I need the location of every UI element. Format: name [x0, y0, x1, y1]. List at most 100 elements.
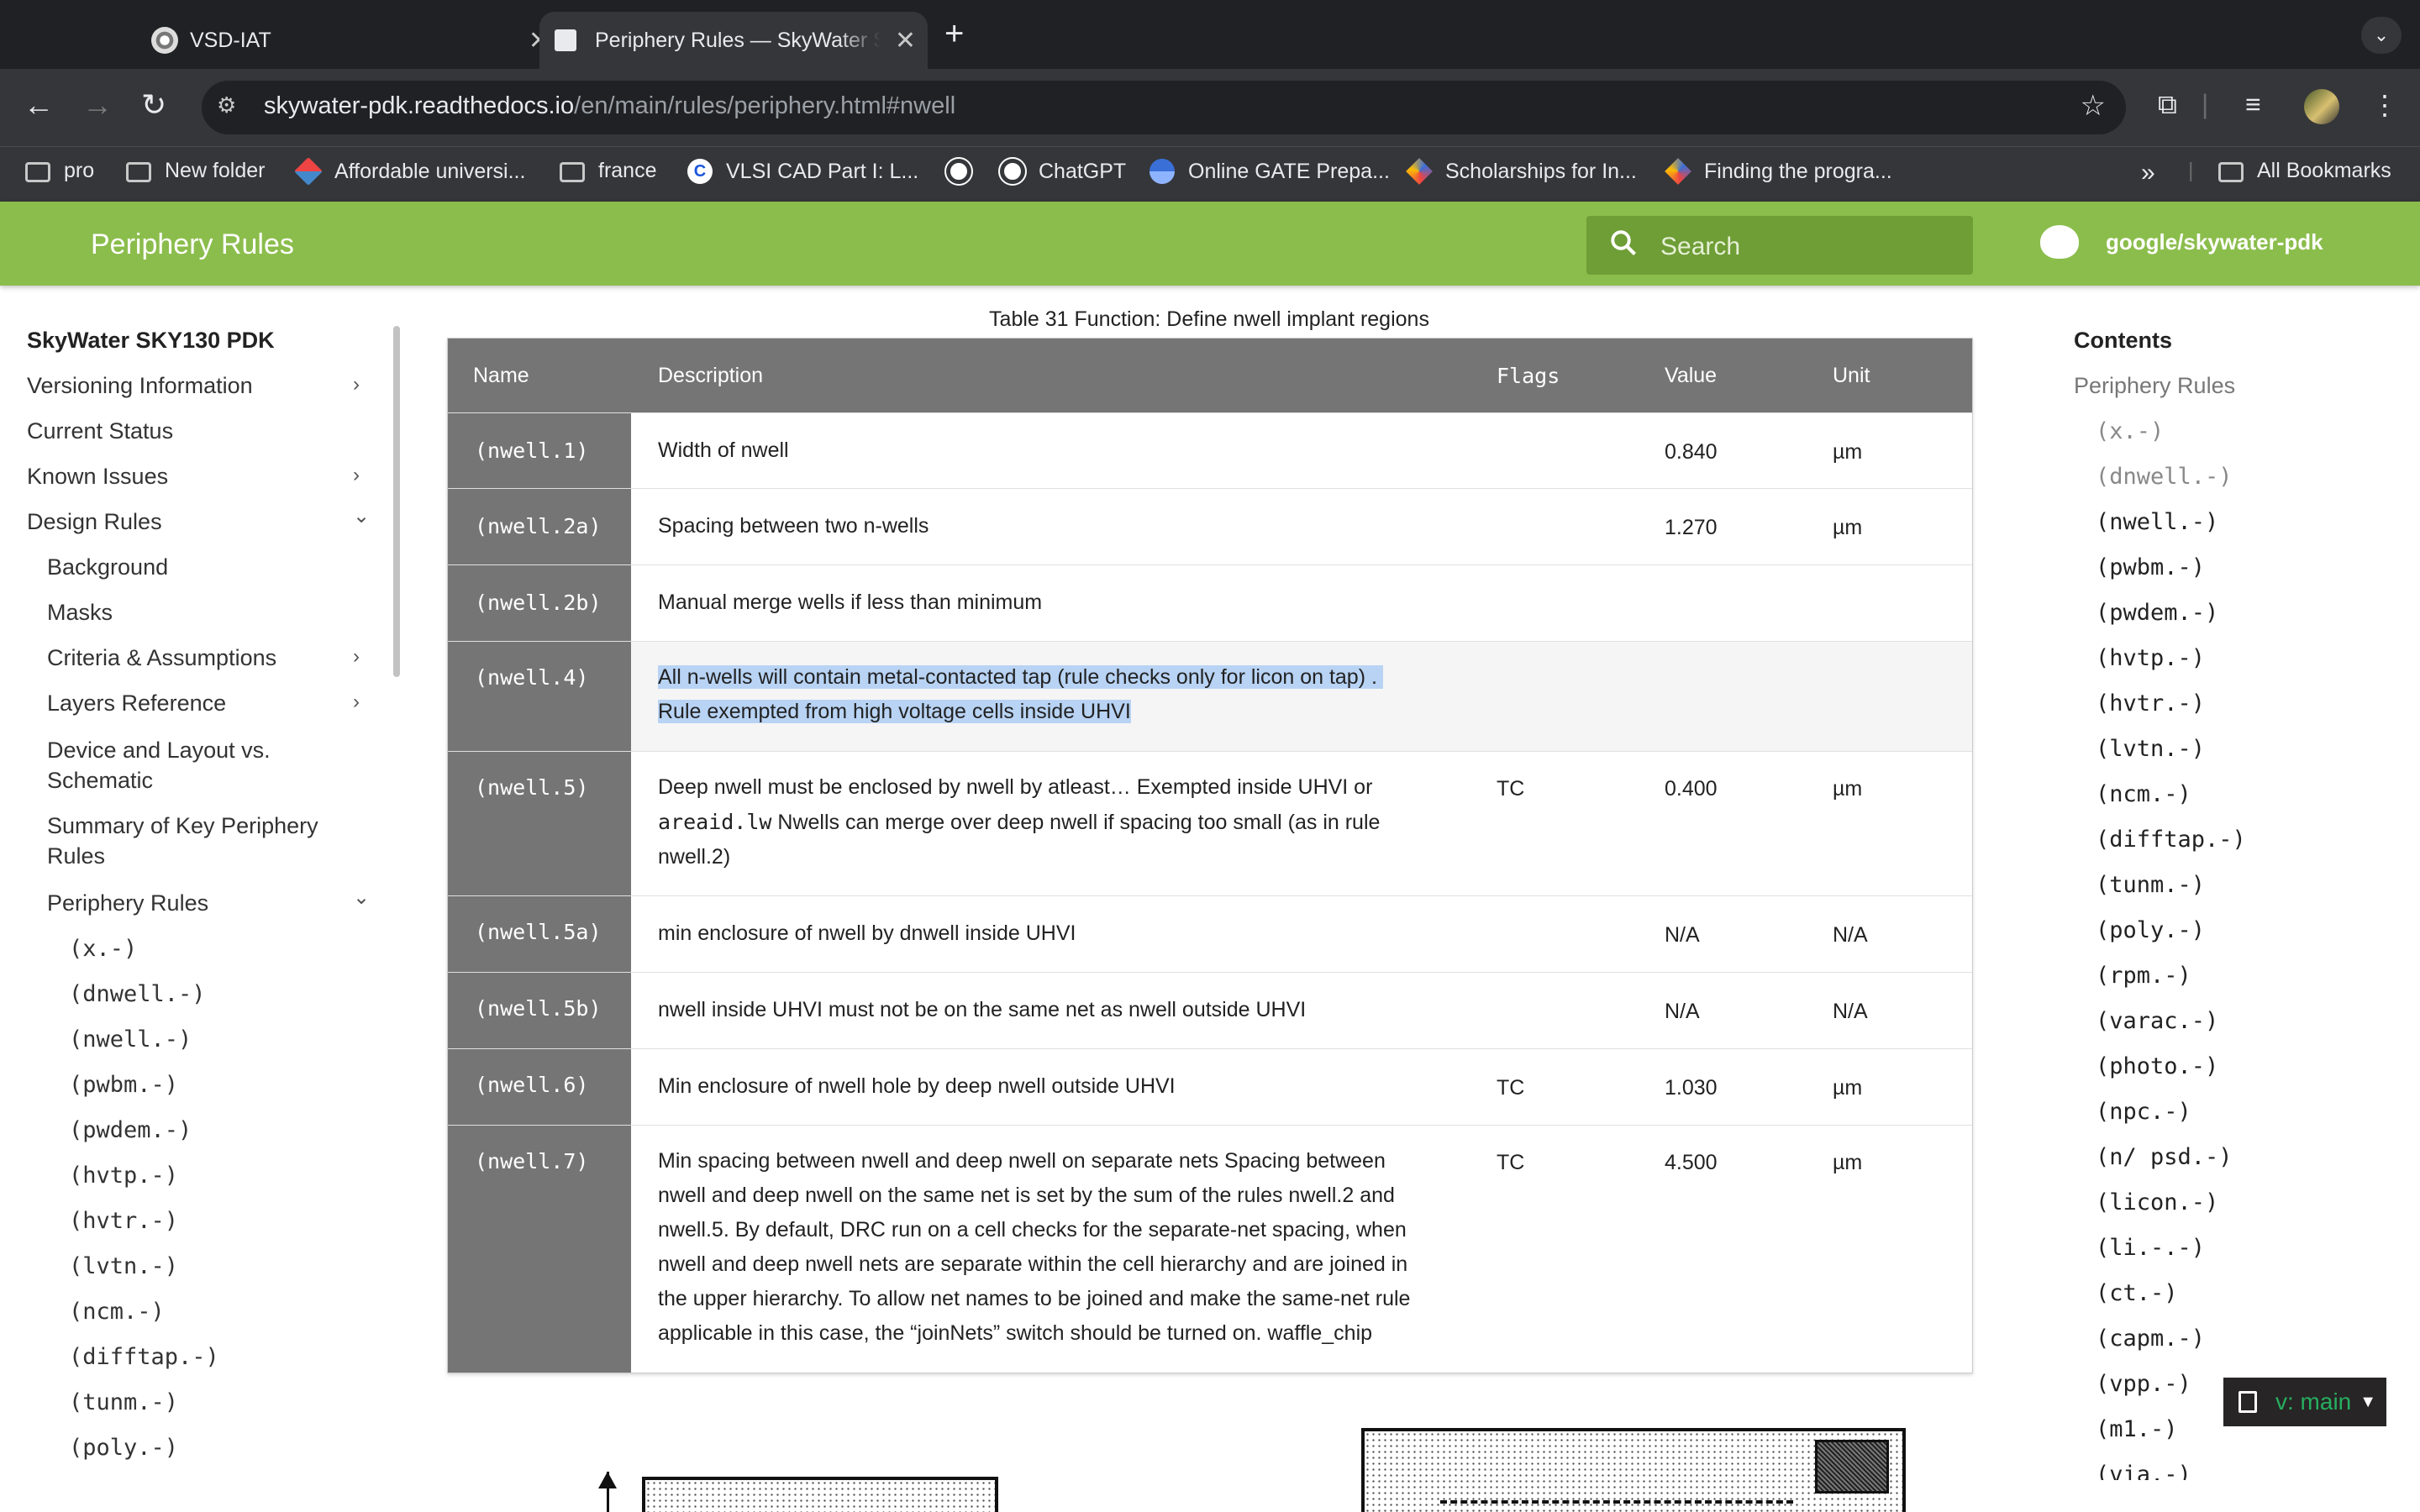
site-icon	[1406, 158, 1433, 185]
sidebar-rule-link[interactable]: (ncm.-)	[69, 1299, 165, 1325]
forward-icon[interactable]: →	[82, 87, 113, 123]
tab-periphery-rules[interactable]: Periphery Rules — SkyWater SKY130 PDK ✕	[539, 12, 928, 69]
chevron-right-icon[interactable]: ›	[353, 373, 360, 396]
site-info-icon[interactable]: ⚙	[217, 92, 247, 123]
sidebar-item-device-layout[interactable]: Device and Layout vs.	[47, 738, 271, 764]
tab-vsd-iat[interactable]: VSD-IAT ✕	[134, 12, 550, 69]
rule-unit: µm	[1833, 1076, 1863, 1100]
contents-item[interactable]: (pwdem.-)	[2096, 600, 2218, 626]
contents-item[interactable]: (npc.-)	[2096, 1099, 2191, 1125]
contents-item[interactable]: (poly.-)	[2096, 917, 2205, 943]
sidebar-item-masks[interactable]: Masks	[47, 600, 113, 626]
sidebar-rule-link[interactable]: (tunm.-)	[69, 1389, 178, 1415]
contents-item[interactable]: (capm.-)	[2096, 1326, 2205, 1352]
new-tab-button[interactable]: +	[944, 15, 964, 53]
bookmark-item[interactable]: france	[560, 159, 656, 183]
contents-item[interactable]: (m1.-)	[2096, 1416, 2178, 1442]
tab-search-button[interactable]: ⌄	[2361, 17, 2402, 54]
contents-item[interactable]: (li.-.-)	[2096, 1235, 2205, 1261]
tab-title: VSD-IAT	[190, 28, 271, 52]
contents-item[interactable]: (tunm.-)	[2096, 872, 2205, 898]
bookmark-item[interactable]	[944, 157, 973, 186]
bookmarks-overflow-button[interactable]: »	[2141, 159, 2155, 187]
chevron-right-icon[interactable]: ›	[353, 690, 360, 714]
bookmark-item[interactable]: C VLSI CAD Part I: L...	[687, 159, 918, 184]
close-tab-icon[interactable]: ✕	[895, 26, 916, 55]
table-row: (nwell.5) Deep nwell must be enclosed by…	[448, 751, 1972, 895]
search-box[interactable]: Search	[1586, 216, 1973, 275]
sidebar-item-criteria[interactable]: Criteria & Assumptions	[47, 645, 276, 671]
sidebar-rule-link[interactable]: (hvtp.-)	[69, 1163, 178, 1189]
chevron-down-icon[interactable]: ⌄	[353, 885, 370, 910]
back-icon[interactable]: ←	[24, 87, 54, 123]
address-bar[interactable]: ⚙ skywater-pdk.readthedocs.io/en/main/ru…	[202, 81, 2126, 134]
sidebar-item-layers-reference[interactable]: Layers Reference	[47, 690, 226, 717]
rule-unit: µm	[1833, 516, 1863, 539]
sidebar-item-current-status[interactable]: Current Status	[27, 418, 173, 444]
site-title[interactable]: Periphery Rules	[91, 228, 294, 261]
rule-value: 1.030	[1665, 1076, 1718, 1100]
version-selector[interactable]: v: main ▼	[2223, 1378, 2386, 1426]
contents-item[interactable]: (nwell.-)	[2096, 509, 2218, 535]
url-text[interactable]: skywater-pdk.readthedocs.io/en/main/rule…	[264, 92, 955, 120]
contents-item[interactable]: (vpp.-)	[2096, 1371, 2191, 1397]
contents-item[interactable]: (varac.-)	[2096, 1008, 2218, 1034]
bookmark-item[interactable]: pro	[25, 159, 94, 183]
sidebar-item-known-issues[interactable]: Known Issues	[27, 464, 168, 490]
sidebar-rule-link[interactable]: (dnwell.-)	[69, 981, 206, 1007]
contents-item[interactable]: (n/ psd.-)	[2096, 1144, 2233, 1170]
profile-avatar[interactable]	[2304, 89, 2339, 124]
sidebar-rule-link[interactable]: (x.-)	[69, 936, 137, 962]
sidebar-rule-link[interactable]: (poly.-)	[69, 1435, 178, 1461]
sidebar-item-summary-line2[interactable]: Rules	[47, 843, 105, 869]
column-header-unit: Unit	[1833, 364, 1870, 387]
sidebar-rule-link[interactable]: (hvtr.-)	[69, 1208, 178, 1234]
sidebar-rule-link[interactable]: (pwbm.-)	[69, 1072, 178, 1098]
sidebar-rule-link[interactable]: (difftap.-)	[69, 1344, 219, 1370]
contents-item[interactable]: Periphery Rules	[2074, 373, 2235, 399]
rule-value: 0.400	[1665, 777, 1718, 801]
folder-icon	[25, 161, 50, 182]
contents-item[interactable]: (ct.-)	[2096, 1280, 2178, 1306]
contents-item[interactable]: (rpm.-)	[2096, 963, 2191, 989]
bookmark-item[interactable]: ChatGPT	[998, 157, 1126, 186]
sidebar-rule-link[interactable]: (lvtn.-)	[69, 1253, 178, 1279]
sidebar-item-periphery-rules[interactable]: Periphery Rules	[47, 890, 208, 916]
contents-item[interactable]: (dnwell.-)	[2096, 464, 2233, 490]
media-control-icon[interactable]: ≡	[2245, 89, 2261, 120]
site-icon	[1150, 159, 1175, 184]
contents-item[interactable]: (licon.-)	[2096, 1189, 2218, 1215]
contents-item[interactable]: (photo.-)	[2096, 1053, 2218, 1079]
sidebar-item-design-rules[interactable]: Design Rules	[27, 509, 162, 535]
contents-item[interactable]: (pwbm.-)	[2096, 554, 2205, 580]
sidebar-item-device-layout-line2[interactable]: Schematic	[47, 768, 153, 794]
sidebar-scrollbar[interactable]	[393, 326, 400, 677]
github-repo-link[interactable]: google/skywater-pdk	[2040, 225, 2323, 259]
contents-item[interactable]: (hvtp.-)	[2096, 645, 2205, 671]
sidebar-title[interactable]: SkyWater SKY130 PDK	[27, 328, 275, 354]
sidebar-item-versioning[interactable]: Versioning Information	[27, 373, 253, 399]
contents-item[interactable]: (via.-)	[2096, 1462, 2191, 1480]
chevron-right-icon[interactable]: ›	[353, 645, 360, 669]
extensions-icon[interactable]: ⧉	[2158, 89, 2177, 121]
chevron-right-icon[interactable]: ›	[353, 464, 360, 487]
contents-item[interactable]: (x.-)	[2096, 418, 2164, 444]
bookmark-item[interactable]: Scholarships for In...	[1406, 158, 1637, 185]
sidebar-item-background[interactable]: Background	[47, 554, 168, 580]
contents-item[interactable]: (difftap.-)	[2096, 827, 2246, 853]
menu-icon[interactable]: ⋮	[2371, 89, 2398, 121]
contents-item[interactable]: (lvtn.-)	[2096, 736, 2205, 762]
contents-item[interactable]: (hvtr.-)	[2096, 690, 2205, 717]
bookmark-item[interactable]: Finding the progra...	[1665, 158, 1892, 185]
bookmark-item[interactable]: New folder	[126, 159, 266, 183]
contents-item[interactable]: (ncm.-)	[2096, 781, 2191, 807]
bookmark-item[interactable]: Online GATE Prepa...	[1150, 159, 1390, 184]
sidebar-item-summary[interactable]: Summary of Key Periphery	[47, 813, 318, 839]
bookmark-item[interactable]: Affordable universi...	[294, 157, 525, 186]
chevron-down-icon[interactable]: ⌄	[353, 504, 370, 528]
reload-icon[interactable]: ↻	[141, 87, 166, 123]
sidebar-rule-link[interactable]: (pwdem.-)	[69, 1117, 192, 1143]
all-bookmarks-button[interactable]: All Bookmarks	[2218, 159, 2391, 183]
bookmark-star-icon[interactable]: ☆	[2081, 89, 2106, 123]
sidebar-rule-link[interactable]: (nwell.-)	[69, 1026, 192, 1053]
